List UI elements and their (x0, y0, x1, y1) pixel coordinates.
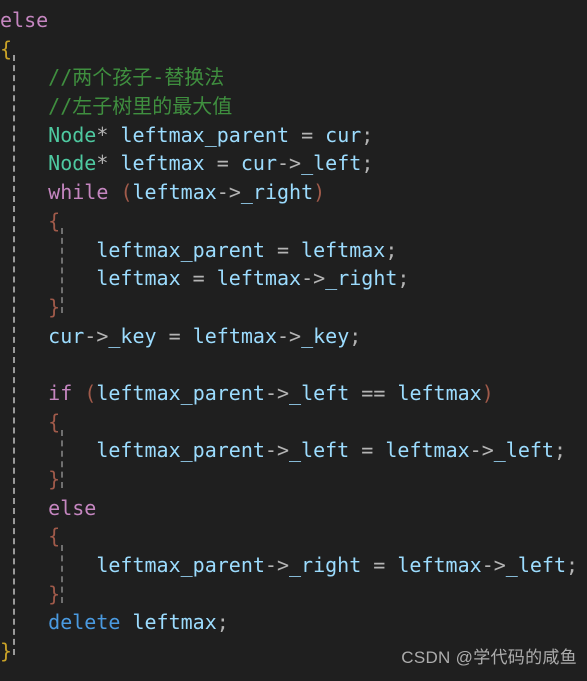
csdn-watermark: CSDN @学代码的咸鱼 (401, 648, 577, 668)
code-editor-viewport[interactable]: else{ //两个孩子-替换法 //左子树里的最大值 Node* leftma… (0, 0, 587, 681)
code-block[interactable]: else{ //两个孩子-替换法 //左子树里的最大值 Node* leftma… (0, 0, 578, 666)
